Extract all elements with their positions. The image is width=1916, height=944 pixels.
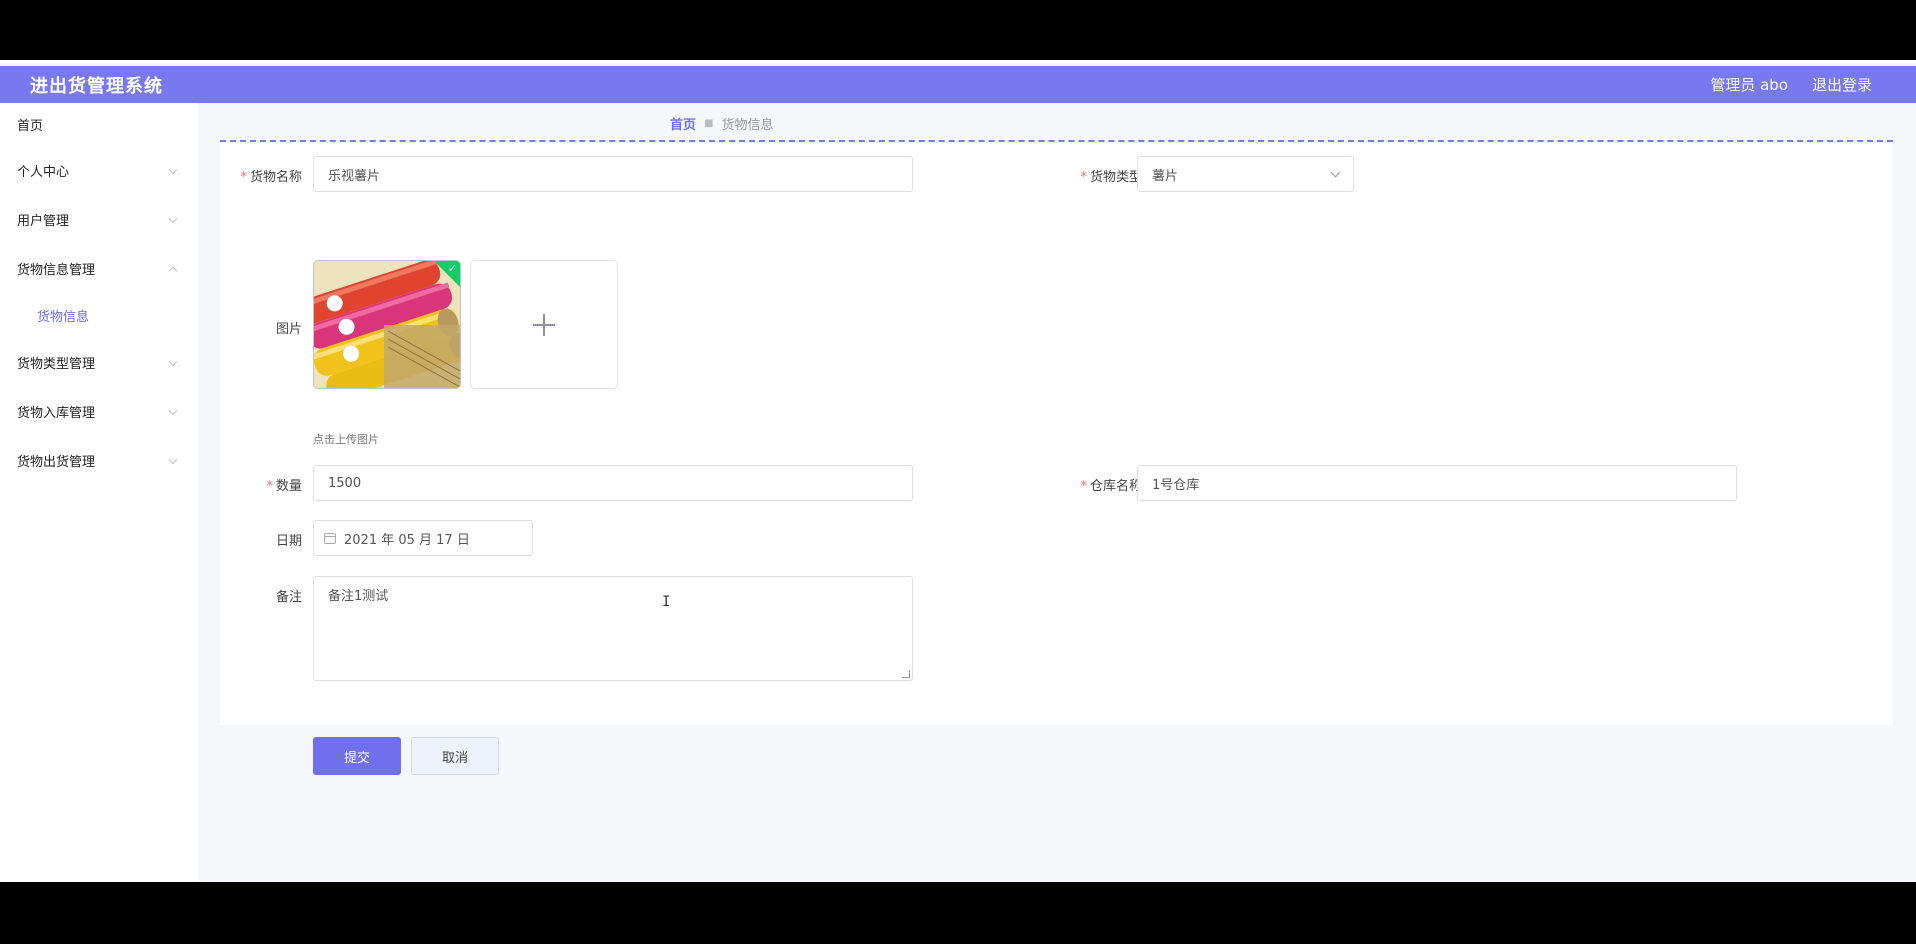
chevron-down-icon bbox=[168, 357, 178, 366]
app-title: 进出货管理系统 bbox=[30, 75, 163, 97]
sidebar-item-goods-info-management[interactable]: 货物信息管理 bbox=[0, 244, 198, 293]
sidebar-item-label: 货物出货管理 bbox=[17, 455, 96, 470]
upload-tip: 点击上传图片 bbox=[313, 433, 379, 446]
sidebar-item-goods-outbound-management[interactable]: 货物出货管理 bbox=[0, 436, 198, 485]
warehouse-value: 1号仓库 bbox=[1152, 477, 1200, 493]
check-icon: ✓ bbox=[447, 262, 457, 275]
text-cursor-icon: I bbox=[662, 594, 671, 610]
quantity-label: * 数量 bbox=[266, 479, 302, 494]
resize-handle-icon[interactable] bbox=[902, 670, 910, 678]
sidebar-item-label: 个人中心 bbox=[17, 165, 70, 180]
calendar-icon bbox=[324, 532, 336, 544]
sidebar: 首页 个人中心 用户管理 货物信息管理 货物信息 货物类型管理 货物入库管理 货… bbox=[0, 103, 198, 885]
sidebar-item-label: 货物信息 bbox=[37, 310, 90, 325]
sidebar-item-label: 首页 bbox=[17, 119, 44, 134]
chevron-down-icon bbox=[168, 406, 178, 415]
required-mark: * bbox=[1080, 170, 1087, 185]
chevron-down-icon bbox=[168, 214, 178, 223]
sidebar-subitem-goods-info[interactable]: 货物信息 bbox=[0, 293, 198, 338]
breadcrumb-current: 货物信息 bbox=[721, 118, 774, 133]
sidebar-item-home[interactable]: 首页 bbox=[0, 103, 198, 146]
goods-name-value: 乐视薯片 bbox=[328, 168, 381, 184]
remark-label: 备注 bbox=[275, 590, 302, 605]
warehouse-input[interactable]: 1号仓库 bbox=[1137, 465, 1737, 501]
remark-value: 备注1测试 bbox=[328, 589, 389, 604]
sidebar-item-personal-center[interactable]: 个人中心 bbox=[0, 146, 198, 195]
sidebar-item-label: 货物信息管理 bbox=[17, 263, 96, 278]
sidebar-item-goods-inbound-management[interactable]: 货物入库管理 bbox=[0, 387, 198, 436]
warehouse-label: * 仓库名称 bbox=[1080, 479, 1142, 494]
quantity-input[interactable]: 1500 bbox=[313, 465, 913, 501]
image-upload-button[interactable] bbox=[470, 260, 618, 389]
image-label: 图片 bbox=[275, 322, 302, 337]
goods-name-input[interactable]: 乐视薯片 bbox=[313, 156, 913, 192]
sidebar-item-label: 用户管理 bbox=[17, 214, 70, 229]
chevron-down-icon bbox=[168, 455, 178, 464]
breadcrumb-home[interactable]: 首页 bbox=[670, 114, 696, 133]
plus-icon bbox=[533, 313, 555, 336]
submit-button[interactable]: 提交 bbox=[313, 737, 401, 775]
header-divider bbox=[220, 140, 1893, 142]
chevron-down-icon bbox=[1330, 167, 1341, 178]
screen-top-letterbox bbox=[0, 0, 1916, 60]
goods-form-panel: * 货物名称 乐视薯片 * 货物类型 薯片 图片 ✓ 点击上传图片 * 数量 1… bbox=[220, 143, 1893, 775]
date-label: 日期 bbox=[275, 534, 302, 549]
sidebar-item-label: 货物类型管理 bbox=[17, 357, 96, 372]
app-window: 进出货管理系统 管理员 abo 退出登录 首页 个人中心 用户管理 货物信息管理… bbox=[0, 60, 1916, 944]
goods-type-label: * 货物类型 bbox=[1080, 170, 1142, 185]
date-value: 2021 年 05 月 17 日 bbox=[344, 532, 470, 548]
required-mark: * bbox=[240, 170, 247, 185]
sidebar-item-user-management[interactable]: 用户管理 bbox=[0, 195, 198, 244]
chevron-down-icon bbox=[168, 165, 178, 174]
logout-link[interactable]: 退出登录 bbox=[1812, 74, 1872, 95]
cancel-button[interactable]: 取消 bbox=[411, 737, 499, 775]
goods-name-label: * 货物名称 bbox=[240, 170, 302, 185]
date-picker-input[interactable]: 2021 年 05 月 17 日 bbox=[313, 520, 533, 556]
goods-type-value: 薯片 bbox=[1152, 168, 1179, 184]
sidebar-item-goods-type-management[interactable]: 货物类型管理 bbox=[0, 338, 198, 387]
breadcrumb-separator-icon: ■ bbox=[704, 118, 714, 129]
current-user: 管理员 abo bbox=[1710, 76, 1788, 94]
required-mark: * bbox=[1080, 479, 1087, 494]
screen-bottom-letterbox bbox=[0, 882, 1916, 944]
header-user-area: 管理员 abo 退出登录 bbox=[1710, 74, 1872, 95]
required-mark: * bbox=[266, 479, 273, 494]
top-header: 进出货管理系统 管理员 abo 退出登录 bbox=[0, 66, 1916, 103]
breadcrumb: 首页 ■ 货物信息 bbox=[670, 114, 773, 133]
sidebar-item-label: 货物入库管理 bbox=[17, 406, 96, 421]
chevron-up-icon bbox=[168, 266, 178, 275]
quantity-value: 1500 bbox=[328, 475, 362, 491]
uploaded-image-thumbnail[interactable]: ✓ bbox=[313, 260, 461, 389]
goods-type-select[interactable]: 薯片 bbox=[1137, 156, 1354, 192]
remark-textarea[interactable]: 备注1测试 bbox=[313, 576, 913, 681]
